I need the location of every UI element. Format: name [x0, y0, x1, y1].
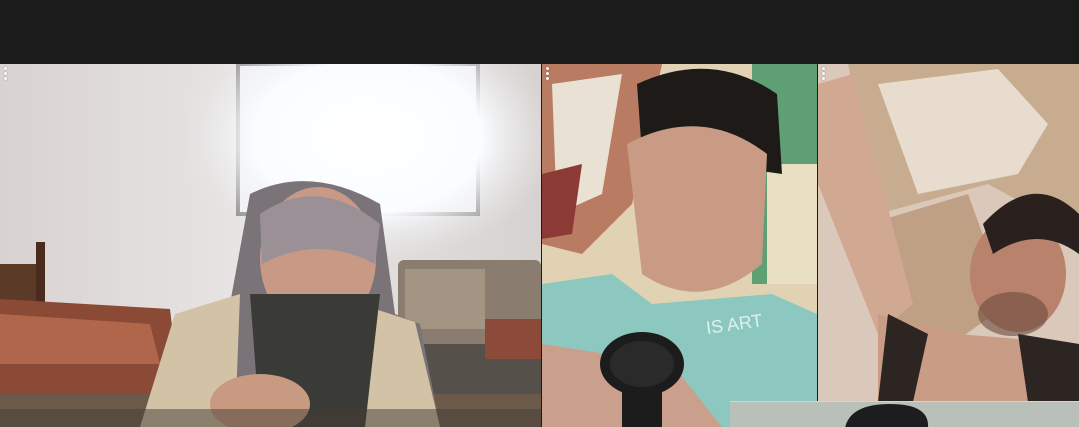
more-vertical-icon[interactable] [819, 67, 827, 85]
self-video [730, 402, 1079, 427]
participant-video-3 [818, 64, 1079, 402]
participant-tile-3[interactable] [818, 64, 1079, 402]
top-bar [0, 0, 1079, 64]
video-call-window: IS ART [0, 0, 1079, 427]
more-vertical-icon[interactable] [543, 67, 551, 85]
participant-tile-1[interactable] [0, 64, 541, 427]
self-view-tile[interactable] [730, 401, 1079, 427]
participant-video-1 [0, 64, 541, 427]
more-vertical-icon[interactable] [1, 67, 9, 85]
participant-tile-2[interactable]: IS ART [542, 64, 817, 427]
participant-video-2: IS ART [542, 64, 817, 427]
